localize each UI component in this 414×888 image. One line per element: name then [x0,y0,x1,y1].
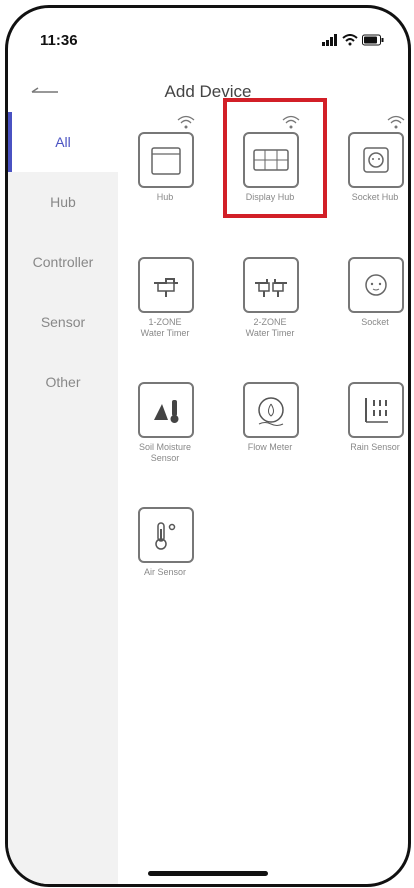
device-label: Flow Meter [247,442,293,452]
device-2-zone-water-timer[interactable]: 2-ZONE Water Timer [223,237,317,357]
home-indicator[interactable] [148,871,268,876]
header: Add Device [8,78,408,112]
device-label: 1-ZONE Water Timer [140,317,190,338]
device-grid: Hub Display Hub Socket Hub 1-ZONE Water … [118,112,408,884]
device-socket[interactable]: Socket [328,237,408,357]
sidebar-item-controller[interactable]: Controller [8,232,118,292]
hub-icon [138,132,194,188]
device-flow-meter[interactable]: Flow Meter [223,362,317,482]
flow-meter-icon [243,382,299,438]
water-timer-1-icon [138,257,194,313]
socket-hub-icon [348,132,404,188]
device-label: Air Sensor [143,567,187,577]
sidebar-item-sensor[interactable]: Sensor [8,292,118,352]
device-label: Socket Hub [351,192,399,202]
device-socket-hub[interactable]: Socket Hub [328,112,408,232]
device-air-sensor[interactable]: Air Sensor [118,487,212,607]
sidebar-item-all[interactable]: All [8,112,118,172]
water-timer-2-icon [243,257,299,313]
device-label: 2-ZONE Water Timer [245,317,295,338]
status-bar: 11:36 [8,8,408,66]
rain-sensor-icon [348,382,404,438]
wifi-icon [342,34,358,46]
category-sidebar: All Hub Controller Sensor Other [8,112,118,884]
sidebar-item-hub[interactable]: Hub [8,172,118,232]
device-label: Hub [156,192,174,202]
phone-frame: 11:36 Add Device All Hub Controller Sens… [5,5,411,887]
soil-moisture-icon [138,382,194,438]
wifi-icon [177,115,195,129]
sidebar-item-other[interactable]: Other [8,352,118,412]
device-soil-moisture-sensor[interactable]: Soil Moisture Sensor [118,362,212,482]
status-icons [322,34,384,46]
device-hub[interactable]: Hub [118,112,212,232]
battery-icon [362,34,384,46]
device-rain-sensor[interactable]: Rain Sensor [328,362,408,482]
device-1-zone-water-timer[interactable]: 1-ZONE Water Timer [118,237,212,357]
device-label: Rain Sensor [350,442,400,452]
device-label: Soil Moisture Sensor [138,442,192,463]
air-sensor-icon [138,507,194,563]
wifi-icon [387,115,405,129]
device-label: Socket [361,317,389,327]
highlight-box [223,98,327,218]
page-title: Add Device [164,82,252,101]
socket-icon [348,257,404,313]
signal-icon [322,34,337,46]
status-time: 11:36 [40,32,78,49]
